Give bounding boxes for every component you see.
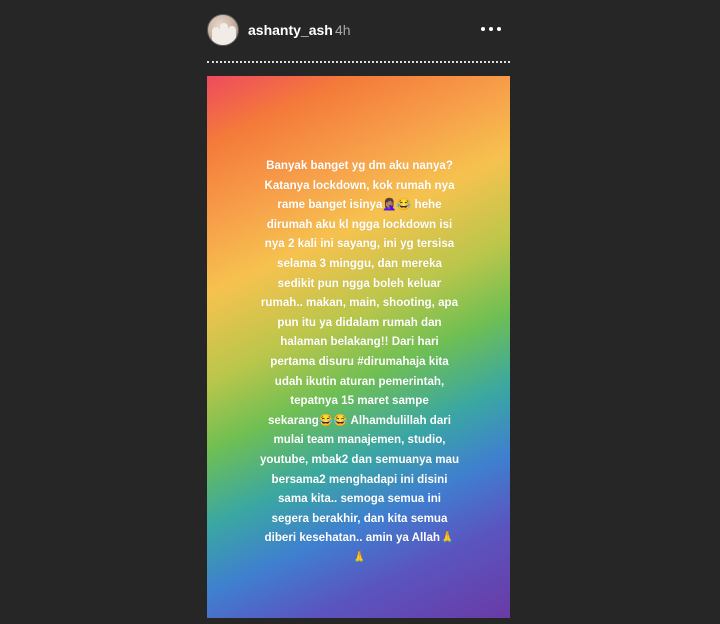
avatar-figure — [220, 23, 228, 45]
post-time: 4h — [335, 22, 351, 38]
dot-icon — [497, 27, 501, 31]
username-link[interactable]: ashanty_ash — [248, 22, 333, 38]
avatar-figure — [212, 27, 220, 45]
story-progress-bar — [207, 61, 510, 64]
story-content[interactable]: Banyak banget yg dm aku nanya? Katanya l… — [207, 76, 510, 618]
story-text: Banyak banget yg dm aku nanya? Katanya l… — [259, 159, 460, 564]
dot-icon — [481, 27, 485, 31]
avatar[interactable] — [207, 14, 239, 46]
avatar-figure — [228, 26, 236, 45]
story-viewer: ashanty_ash 4h Banyak banget yg dm aku n… — [0, 0, 720, 624]
more-options-icon[interactable] — [480, 22, 502, 36]
story-header: ashanty_ash 4h — [207, 14, 510, 48]
dot-icon — [489, 27, 493, 31]
